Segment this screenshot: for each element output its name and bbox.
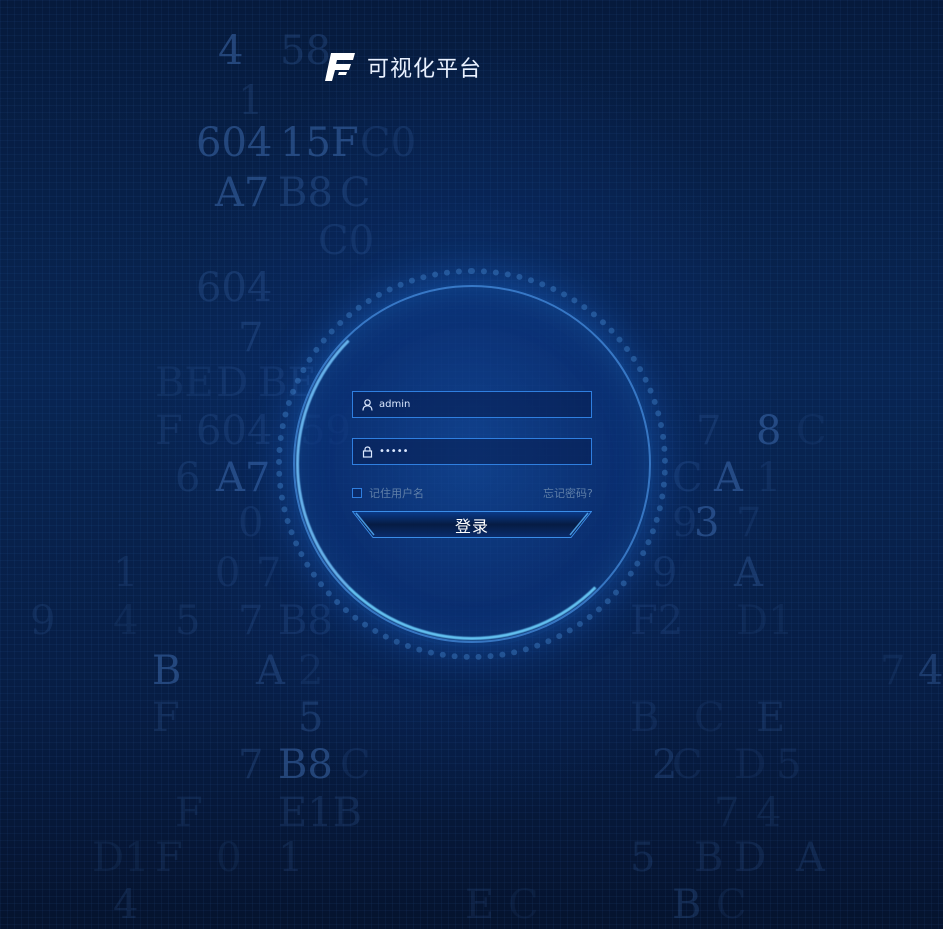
app-title: 可视化平台	[367, 57, 483, 82]
bg-char: 604	[196, 265, 273, 311]
bg-char: D	[734, 742, 767, 788]
bg-char: 0	[215, 550, 241, 596]
login-button-label: 登录	[454, 516, 489, 536]
bg-char: 58	[280, 28, 331, 74]
bg-char: F	[152, 695, 180, 741]
bg-char: C	[694, 695, 725, 741]
app-header: 可视化平台	[325, 52, 482, 82]
bg-char: A	[714, 455, 743, 501]
bg-char: 0	[216, 835, 242, 881]
bg-char: B8	[278, 170, 333, 216]
bg-char: D1	[92, 835, 150, 881]
bg-char: 5	[298, 695, 324, 741]
bg-char: 4	[756, 790, 782, 836]
username-field[interactable]	[352, 391, 592, 418]
bg-char: B8	[278, 598, 333, 644]
bg-char: B8	[278, 742, 333, 788]
bg-char: C	[672, 742, 703, 788]
bg-char: 7	[238, 315, 264, 361]
bg-char: A7	[216, 455, 271, 501]
bg-char: 7	[714, 790, 740, 836]
bg-char: F	[155, 408, 183, 454]
bg-char: E	[465, 882, 495, 928]
bg-char: C	[340, 742, 371, 788]
bg-char: B	[630, 695, 660, 741]
bg-char: C	[796, 408, 827, 454]
bg-char: E1B	[278, 790, 363, 836]
bg-char: BE	[155, 360, 214, 406]
bg-char: A	[256, 648, 285, 694]
bg-char: 5	[630, 835, 656, 881]
bg-char: 5	[776, 742, 802, 788]
bg-char: C	[508, 882, 539, 928]
bg-char: 1	[278, 835, 304, 881]
bg-char: 7	[736, 500, 762, 546]
remember-username[interactable]: 记住用户名	[352, 485, 424, 501]
lock-icon	[362, 445, 373, 458]
password-field[interactable]	[352, 438, 592, 465]
login-button[interactable]: 登录	[352, 511, 592, 538]
bg-char: C0	[318, 218, 375, 264]
bg-char: B	[694, 835, 724, 881]
bg-char: 604	[196, 408, 273, 454]
bg-char: C	[340, 170, 371, 216]
user-icon	[362, 398, 373, 411]
bg-char: 8	[756, 408, 782, 454]
f-logo-icon	[325, 53, 355, 81]
bg-char: B	[672, 882, 702, 928]
bg-char: E	[756, 695, 786, 741]
remember-label: 记住用户名	[369, 487, 424, 500]
bg-char: 1	[238, 78, 264, 124]
username-input[interactable]	[379, 399, 569, 410]
bg-char: 1	[113, 550, 139, 596]
bg-char: 604	[196, 120, 273, 166]
bg-char: D	[734, 835, 767, 881]
bg-char: 7	[238, 742, 264, 788]
bg-char: 2	[298, 648, 324, 694]
bg-char: 7	[880, 648, 906, 694]
bg-char: F2	[630, 598, 684, 644]
bg-char: 4	[113, 882, 139, 928]
bg-char: D1	[736, 598, 794, 644]
bg-char: F	[155, 835, 183, 881]
bg-char: B	[152, 648, 182, 694]
remember-checkbox[interactable]	[352, 488, 362, 498]
bg-char: 5	[175, 598, 201, 644]
bg-char: 6	[175, 455, 201, 501]
password-input[interactable]	[379, 446, 569, 457]
forgot-password-link[interactable]: 忘记密码?	[543, 485, 593, 501]
bg-char: 15F	[280, 120, 359, 166]
bg-char: 4	[113, 598, 139, 644]
bg-char: 9	[652, 550, 678, 596]
bg-char: 1	[756, 455, 782, 501]
bg-char: 9	[30, 598, 56, 644]
bg-char: 7	[696, 408, 722, 454]
bg-char: A	[734, 550, 763, 596]
bg-char: 7	[238, 598, 264, 644]
bg-char: C	[672, 455, 703, 501]
bg-char: 3	[694, 500, 720, 546]
bg-char: 4	[218, 28, 244, 74]
bg-char: 7	[256, 550, 282, 596]
bg-char: D	[216, 360, 249, 406]
bg-char: A7	[215, 170, 270, 216]
bg-char: 4	[918, 648, 943, 694]
bg-char: C0	[360, 120, 417, 166]
bg-char: A	[796, 835, 825, 881]
bg-char: 0	[238, 500, 264, 546]
bg-char: F	[175, 790, 203, 836]
bg-char: C	[716, 882, 747, 928]
